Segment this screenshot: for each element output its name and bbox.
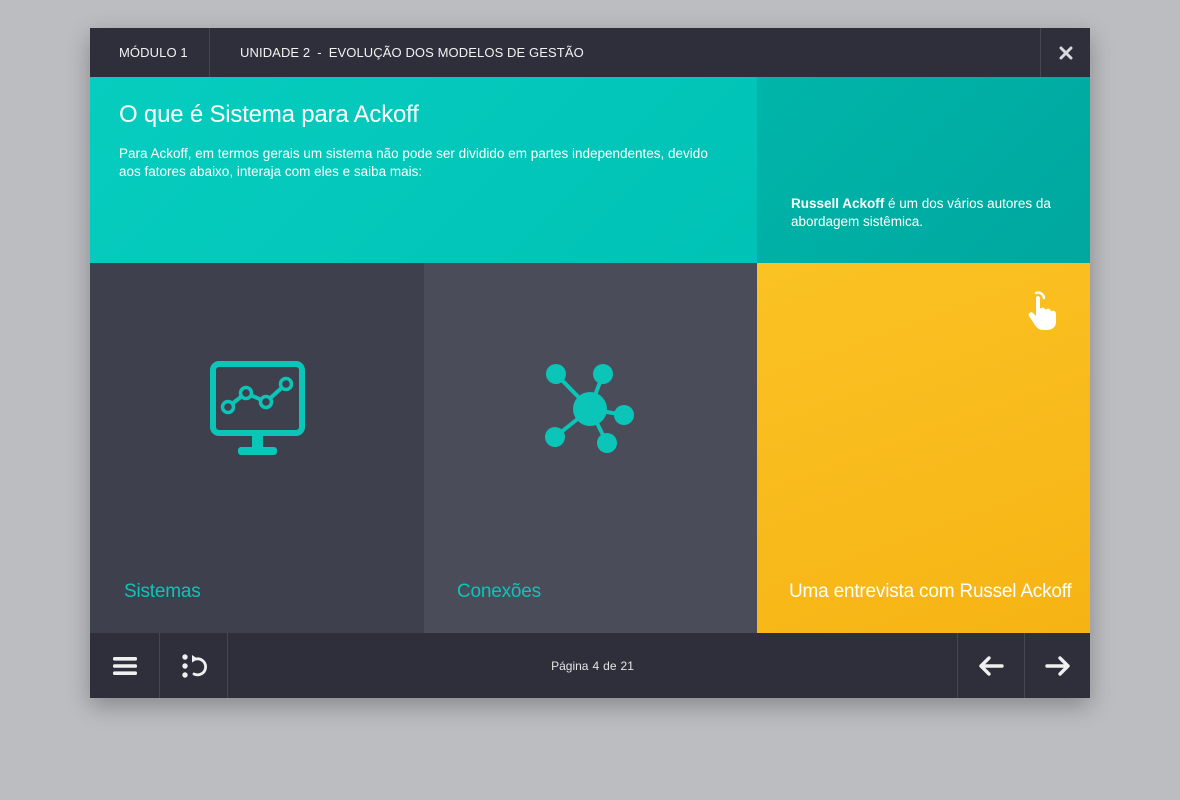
tile-sistemas[interactable]: Sistemas xyxy=(90,263,424,633)
module-label: MÓDULO 1 xyxy=(90,28,210,77)
intro-text: Para Ackoff, em termos gerais um sistema… xyxy=(119,146,708,179)
next-page-button[interactable] xyxy=(1024,633,1090,698)
tile-entrevista-label: Uma entrevista com Russel Ackoff xyxy=(789,581,1072,602)
index-button[interactable] xyxy=(161,633,228,698)
bottom-bar: Página 4 de 21 xyxy=(90,633,1090,698)
arrow-right-icon xyxy=(1044,655,1070,676)
hand-pointer-icon xyxy=(1028,291,1056,330)
monitor-chart-icon xyxy=(210,361,305,455)
tile-sistemas-label: Sistemas xyxy=(124,581,201,602)
tile-conexoes-label: Conexões xyxy=(457,581,541,602)
top-bar: MÓDULO 1 UNIDADE 2 - EVOLUÇÃO DOS MODELO… xyxy=(90,28,1090,77)
page-separator: de xyxy=(603,658,617,673)
close-button[interactable] xyxy=(1040,28,1090,77)
page-prefix: Página xyxy=(551,658,589,673)
page-indicator: Página 4 de 21 xyxy=(228,633,957,698)
close-icon xyxy=(1059,46,1072,59)
total-pages: 21 xyxy=(620,658,634,673)
intro-panel: O que é Sistema para Ackoff Para Ackoff,… xyxy=(90,77,757,263)
previous-page-button[interactable] xyxy=(957,633,1024,698)
unit-title: EVOLUÇÃO DOS MODELOS DE GESTÃO xyxy=(328,45,584,60)
arrow-left-icon xyxy=(979,655,1004,676)
tile-conexoes[interactable]: Conexões xyxy=(424,263,757,633)
current-page: 4 xyxy=(592,658,600,673)
unit-label: UNIDADE 2 xyxy=(240,45,311,60)
course-window: MÓDULO 1 UNIDADE 2 - EVOLUÇÃO DOS MODELO… xyxy=(90,28,1090,698)
author-note: Russell Ackoff é um dos vários autores d… xyxy=(757,77,1090,263)
menu-button[interactable] xyxy=(90,633,160,698)
unit-separator: - xyxy=(317,45,322,60)
network-icon xyxy=(545,364,634,453)
tile-entrevista[interactable]: Uma entrevista com Russel Ackoff xyxy=(757,263,1090,633)
unit-breadcrumb: UNIDADE 2 - EVOLUÇÃO DOS MODELOS DE GEST… xyxy=(211,28,584,77)
page-title: O que é Sistema para Ackoff xyxy=(119,101,419,128)
index-back-icon xyxy=(182,653,207,678)
author-name: Russell Ackoff xyxy=(791,196,885,211)
hamburger-menu-icon xyxy=(112,656,137,675)
